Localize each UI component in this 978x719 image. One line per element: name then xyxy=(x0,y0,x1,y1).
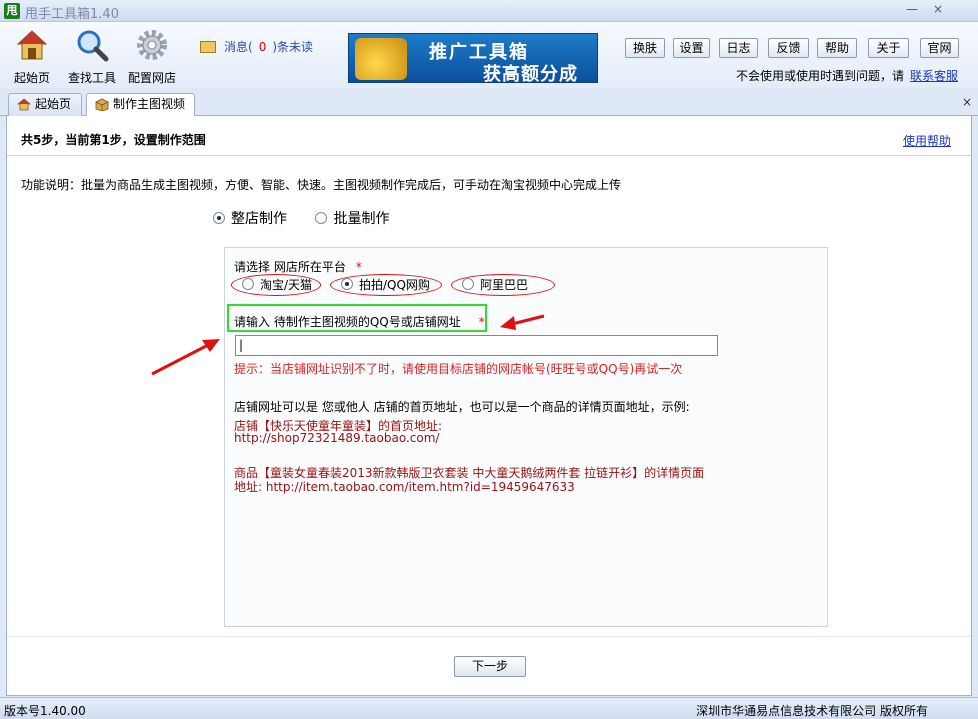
website-button[interactable]: 官网 xyxy=(920,38,959,58)
platform-alibaba[interactable]: 阿里巴巴 xyxy=(451,274,555,296)
promo-banner[interactable]: 推广工具箱 获高额分成 xyxy=(348,33,598,83)
settings-button[interactable]: 设置 xyxy=(673,38,710,58)
close-window-button[interactable]: × xyxy=(928,2,948,18)
annotation-arrow-right xyxy=(500,314,545,330)
tab-home[interactable]: 起始页 xyxy=(8,93,82,116)
find-tools-label: 查找工具 xyxy=(67,71,116,85)
example-intro: 店铺网址可以是 您或他人 店铺的首页地址，也可以是一个商品的详情页面地址，示例: xyxy=(234,400,690,414)
close-tab-icon[interactable]: × xyxy=(962,95,972,109)
radio-unselected-icon[interactable] xyxy=(462,278,474,290)
status-bar: 版本号1.40.00 深圳市华通易点信息技术有限公司 版权所有 xyxy=(0,697,978,719)
support-line: 不会使用或使用时遇到问题，请 联系客服 xyxy=(735,69,958,83)
minimize-button[interactable]: — xyxy=(902,2,922,18)
main-panel: 共5步，当前第1步，设置制作范围 使用帮助 功能说明：批量为商品生成主图视频，方… xyxy=(6,116,972,696)
gear-icon xyxy=(137,30,167,60)
radio-unselected-icon[interactable] xyxy=(242,278,254,290)
radio-selected-icon[interactable] xyxy=(213,212,225,224)
home-tool-button[interactable]: 起始页 xyxy=(4,28,60,86)
platform-label: 请选择 网店所在平台 * xyxy=(234,260,362,274)
skin-button[interactable]: 换肤 xyxy=(625,38,665,58)
required-mark: * xyxy=(478,315,485,329)
log-button[interactable]: 日志 xyxy=(719,38,758,58)
version-label: 版本号1.40.00 xyxy=(4,704,86,718)
config-store-label: 配置网店 xyxy=(127,71,176,85)
house-icon xyxy=(17,98,31,111)
config-store-button[interactable]: 配置网店 xyxy=(124,28,180,86)
banner-line2: 获高额分成 xyxy=(483,64,578,83)
required-mark: * xyxy=(355,260,362,274)
mode-selector: 整店制作 批量制作 xyxy=(213,208,413,228)
step-bar: 共5步，当前第1步，设置制作范围 使用帮助 xyxy=(7,116,971,156)
help-button[interactable]: 帮助 xyxy=(817,38,857,58)
home-tool-label: 起始页 xyxy=(13,71,50,85)
unread-count: 0 xyxy=(258,40,267,54)
find-tools-button[interactable]: 查找工具 xyxy=(64,28,120,86)
footer-divider xyxy=(7,636,971,637)
annotation-arrow-left xyxy=(151,339,220,376)
app-logo-icon: 甩 xyxy=(4,3,20,19)
platform-taobao[interactable]: 淘宝/天猫 xyxy=(231,274,321,296)
about-button[interactable]: 关于 xyxy=(868,38,909,58)
platform-paipai[interactable]: 拍拍/QQ网购 xyxy=(330,274,442,296)
function-description: 功能说明：批量为商品生成主图视频，方便、智能、快速。主图视频制作完成后，可手动在… xyxy=(21,178,622,192)
tab-make-video[interactable]: 制作主图视频 xyxy=(86,93,195,117)
settings-form: 请选择 网店所在平台 * 淘宝/天猫 拍拍/QQ网购 阿里巴巴 请输入 待制作主图… xyxy=(224,247,828,627)
url-label: 请输入 待制作主图视频的QQ号或店铺网址 * xyxy=(234,315,485,329)
next-step-button[interactable]: 下一步 xyxy=(454,656,526,677)
main-toolbar: 起始页 查找工具 配置网店 消息(0)条未读 推广工具箱 获高额分成 换肤 设置… xyxy=(0,22,978,88)
mode-whole-store[interactable]: 整店制作 xyxy=(213,208,287,228)
step-indicator: 共5步，当前第1步，设置制作范围 xyxy=(21,133,206,147)
usage-help-link[interactable]: 使用帮助 xyxy=(903,132,951,149)
copyright-label: 深圳市华通易点信息技术有限公司 版权所有 xyxy=(696,704,928,718)
mode-batch[interactable]: 批量制作 xyxy=(315,208,389,228)
magnifier-icon xyxy=(77,30,109,62)
window-title: 甩手工具箱1.40 xyxy=(25,7,119,22)
title-bar: 甩 甩手工具箱1.40 — × xyxy=(0,0,978,22)
store-url-input[interactable]: | xyxy=(235,335,718,356)
hint-text: 提示：当店铺网址识别不了时，请使用目标店铺的网店帐号(旺旺号或QQ号)再试一次 xyxy=(234,362,683,376)
radio-selected-icon[interactable] xyxy=(341,278,353,290)
example2-url: 地址: http://item.taobao.com/item.htm?id=1… xyxy=(234,480,575,494)
radio-unselected-icon[interactable] xyxy=(315,212,328,224)
envelope-icon xyxy=(200,41,216,53)
box-icon xyxy=(95,98,109,111)
feedback-button[interactable]: 反馈 xyxy=(768,38,809,58)
tab-bar: 起始页 制作主图视频 × xyxy=(0,88,978,117)
treasure-chest-icon xyxy=(355,38,407,80)
contact-support-link[interactable]: 联系客服 xyxy=(910,69,958,83)
example1-url: http://shop72321489.taobao.com/ xyxy=(234,431,440,445)
messages-link[interactable]: 消息(0)条未读 xyxy=(200,38,313,55)
house-icon xyxy=(16,30,48,60)
